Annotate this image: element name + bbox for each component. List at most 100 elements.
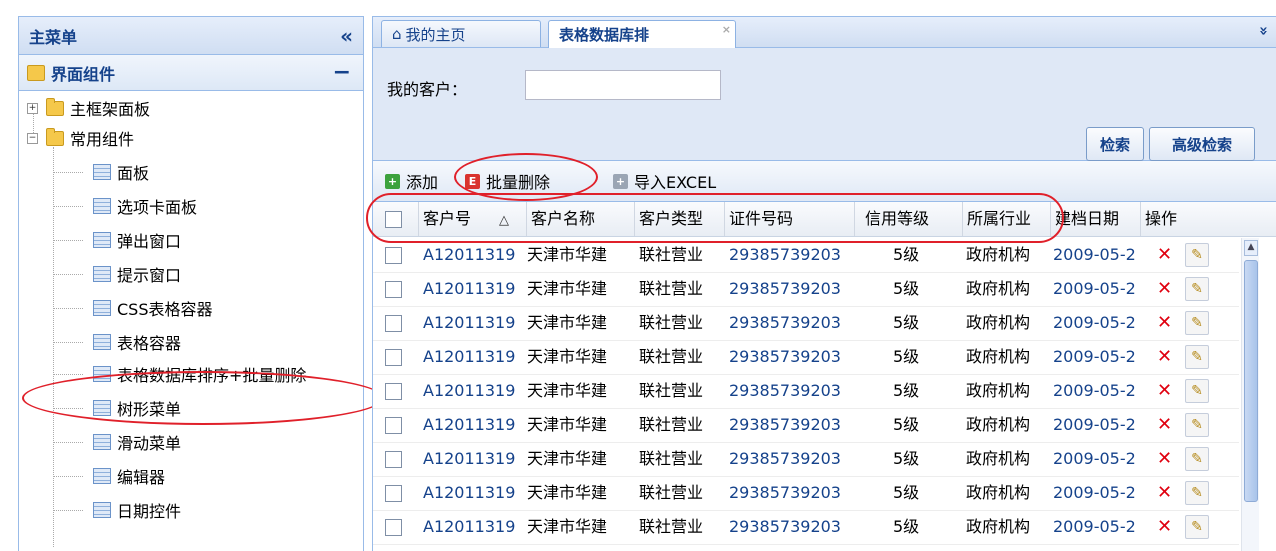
tree-leaf-panel[interactable]: 面板 [53,157,149,187]
folder-open-icon [46,127,64,146]
row-checkbox[interactable] [385,451,402,468]
table-row[interactable]: A12011319 天津市华建 联社营业 29385739203 5级 政府机构… [373,238,1239,273]
cell-customer-name: 天津市华建 [527,449,608,468]
tab-grid-sort[interactable]: 表格数据库排 × [548,20,736,48]
grid-toolbar: + 添加 E 批量删除 + 导入EXCEL [373,161,1276,202]
row-checkbox[interactable] [385,519,402,536]
header-cert-number[interactable]: 证件号码 [725,202,855,236]
cell-customer-type: 联社营业 [639,245,704,264]
grid-icon [93,164,111,180]
delete-row-icon[interactable]: ✕ [1157,306,1172,340]
table-row[interactable]: A12011319 天津市华建 联社营业 29385739203 5级 政府机构… [373,374,1239,409]
grid-body: A12011319 天津市华建 联社营业 29385739203 5级 政府机构… [373,238,1239,551]
header-customer-name[interactable]: 客户名称 [527,202,635,236]
edit-row-icon[interactable]: ✎ [1185,243,1209,267]
close-icon[interactable]: × [722,23,731,36]
table-row[interactable]: A12011319 天津市华建 联社营业 29385739203 5级 政府机构… [373,408,1239,443]
accordion-collapse-icon[interactable]: − [333,60,351,85]
tree-leaf-label: 表格数据库排序+批量删除 [117,366,307,385]
add-label: 添加 [406,173,439,192]
grid-icon [93,266,111,282]
edit-row-icon[interactable]: ✎ [1185,481,1209,505]
tree-leaf-date-picker[interactable]: 日期控件 [53,495,181,525]
tree-leaf-tree-menu[interactable]: 树形菜单 [53,393,181,423]
customer-search-input[interactable] [525,70,721,100]
table-row[interactable]: A12011319 天津市华建 联社营业 29385739203 5级 政府机构… [373,272,1239,307]
cell-cert-number: 29385739203 [729,449,841,468]
delete-row-icon[interactable]: ✕ [1157,238,1172,272]
tab-overflow-icon[interactable]: » [1255,26,1273,36]
delete-row-icon[interactable]: ✕ [1157,340,1172,374]
add-button[interactable]: + 添加 [385,169,438,193]
edit-row-icon[interactable]: ✎ [1185,515,1209,539]
delete-row-icon[interactable]: ✕ [1157,374,1172,408]
cell-cert-number: 29385739203 [729,245,841,264]
tree-leaf-tooltip-window[interactable]: 提示窗口 [53,259,182,289]
header-industry[interactable]: 所属行业 [963,202,1051,236]
tree-leaf-grid-container[interactable]: 表格容器 [53,327,181,357]
row-checkbox[interactable] [385,281,402,298]
tab-strip: ⌂ 我的主页 表格数据库排 × » [373,17,1276,48]
search-button[interactable]: 检索 [1086,127,1144,161]
collapse-icon[interactable]: − [27,132,38,144]
tree-leaf-css-grid[interactable]: CSS表格容器 [53,293,213,323]
batch-delete-button[interactable]: E 批量删除 [465,169,550,193]
scroll-up-arrow-icon[interactable]: ▲ [1244,240,1258,256]
table-row[interactable]: A12011319 天津市华建 联社营业 29385739203 5级 政府机构… [373,340,1239,375]
tree-leaf-popup-window[interactable]: 弹出窗口 [53,225,181,255]
edit-row-icon[interactable]: ✎ [1185,345,1209,369]
grid-vertical-scrollbar[interactable]: ▲ [1241,238,1259,551]
scrollbar-thumb[interactable] [1244,260,1258,502]
tree-node-common-components[interactable]: − 常用组件 [27,123,134,153]
tab-label: 我的主页 [405,25,466,44]
cell-industry: 政府机构 [966,449,1031,468]
edit-row-icon[interactable]: ✎ [1185,379,1209,403]
cell-date: 2009-05-2 [1053,347,1136,366]
row-checkbox[interactable] [385,315,402,332]
tree-leaf-grid-sort-delete[interactable]: 表格数据库排序+批量删除 [53,359,307,389]
delete-row-icon[interactable]: ✕ [1157,408,1172,442]
tree-node-main-frame[interactable]: + 主框架面板 [27,93,150,123]
row-checkbox[interactable] [385,349,402,366]
table-row[interactable]: A12011319 天津市华建 联社营业 29385739203 5级 政府机构… [373,510,1239,545]
header-created-date[interactable]: 建档日期 [1051,202,1141,236]
tree-leaf-editor[interactable]: 编辑器 [53,461,165,491]
row-checkbox[interactable] [385,383,402,400]
search-form: 我的客户： 检索 高级检索 [373,48,1276,161]
delete-row-icon[interactable]: ✕ [1157,476,1172,510]
cell-customer-type: 联社营业 [639,313,704,332]
tree-leaf-tab-panel[interactable]: 选项卡面板 [53,191,197,221]
cell-industry: 政府机构 [966,517,1031,536]
accordion-header-ui-components[interactable]: 界面组件 − [19,55,363,91]
tab-home[interactable]: ⌂ 我的主页 [381,20,541,47]
edit-row-icon[interactable]: ✎ [1185,311,1209,335]
expand-icon[interactable]: + [27,102,38,114]
cell-industry: 政府机构 [966,245,1031,264]
header-customer-type[interactable]: 客户类型 [635,202,725,236]
cell-customer-name: 天津市华建 [527,517,608,536]
delete-row-icon[interactable]: ✕ [1157,272,1172,306]
table-row[interactable]: A12011319 天津市华建 联社营业 29385739203 5级 政府机构… [373,306,1239,341]
cell-customer-id: A12011319 [423,483,516,502]
edit-row-icon[interactable]: ✎ [1185,413,1209,437]
tree-leaf-sliding-menu[interactable]: 滑动菜单 [53,427,181,457]
header-credit-rating[interactable]: 信用等级 [855,202,963,236]
select-all-checkbox[interactable] [385,211,402,228]
row-checkbox[interactable] [385,247,402,264]
delete-row-icon[interactable]: ✕ [1157,510,1172,544]
table-row[interactable]: A12011319 天津市华建 联社营业 29385739203 5级 政府机构… [373,442,1239,477]
import-excel-button[interactable]: + 导入EXCEL [613,169,716,193]
header-customer-id[interactable]: 客户号 △ [419,202,527,236]
advanced-search-button[interactable]: 高级检索 [1149,127,1255,161]
edit-row-icon[interactable]: ✎ [1185,447,1209,471]
collapse-sidebar-icon[interactable]: « [340,24,353,48]
row-checkbox[interactable] [385,485,402,502]
edit-row-icon[interactable]: ✎ [1185,277,1209,301]
delete-row-icon[interactable]: ✕ [1157,442,1172,476]
cell-customer-id: A12011319 [423,517,516,536]
main-menu-header: 主菜单 « [19,17,363,55]
cell-cert-number: 29385739203 [729,279,841,298]
table-row[interactable]: A12011319 天津市华建 联社营业 29385739203 5级 政府机构… [373,476,1239,511]
tree-leaf-label: 提示窗口 [117,266,182,285]
row-checkbox[interactable] [385,417,402,434]
